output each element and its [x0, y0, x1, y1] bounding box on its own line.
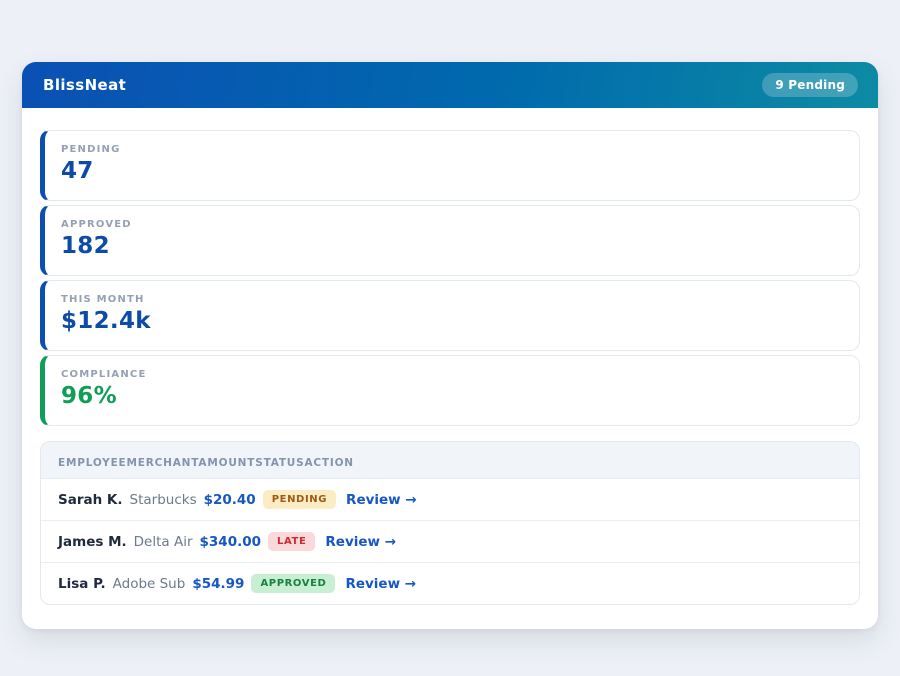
stat-label: COMPLIANCE — [61, 369, 843, 380]
expense-amount: $20.40 — [204, 492, 256, 508]
stat-value: $12.4k — [61, 308, 843, 334]
stat-label: APPROVED — [61, 219, 843, 230]
expense-amount: $340.00 — [200, 534, 262, 550]
stat-card-pending: PENDING 47 — [40, 130, 860, 201]
stat-value: 96% — [61, 383, 843, 409]
column-header-merchant: MERCHANT — [127, 457, 199, 469]
table-row: Sarah K. Starbucks $20.40 PENDING Review… — [41, 479, 859, 520]
employee-name: Lisa P. — [58, 576, 106, 592]
stat-label: PENDING — [61, 144, 843, 155]
table-row: James M. Delta Air $340.00 LATE Review → — [41, 520, 859, 562]
merchant-name: Starbucks — [130, 492, 197, 508]
employee-name: Sarah K. — [58, 492, 123, 508]
review-link[interactable]: Review → — [345, 576, 416, 592]
merchant-name: Delta Air — [134, 534, 193, 550]
dashboard-content: PENDING 47 APPROVED 182 THIS MONTH $12.4… — [22, 108, 878, 629]
table-header-row: EMPLOYEEMERCHANTAMOUNTSTATUSACTION — [41, 442, 859, 479]
pending-count-badge: 9 Pending — [762, 73, 858, 97]
status-badge: PENDING — [263, 490, 336, 509]
status-badge: APPROVED — [251, 574, 335, 593]
column-header-amount: AMOUNT — [198, 457, 255, 469]
expense-table: EMPLOYEEMERCHANTAMOUNTSTATUSACTION Sarah… — [40, 441, 860, 605]
column-header-status: STATUS — [255, 457, 304, 469]
review-link[interactable]: Review → — [346, 492, 417, 508]
stat-value: 47 — [61, 158, 843, 184]
stat-value: 182 — [61, 233, 843, 259]
employee-name: James M. — [58, 534, 127, 550]
app-title: BlissNeat — [43, 76, 126, 94]
expense-amount: $54.99 — [192, 576, 244, 592]
status-badge: LATE — [268, 532, 315, 551]
app-header: BlissNeat 9 Pending — [22, 62, 878, 108]
column-header-action: ACTION — [304, 457, 353, 469]
column-header-employee: EMPLOYEE — [58, 457, 127, 469]
review-link[interactable]: Review → — [325, 534, 396, 550]
stat-card-approved: APPROVED 182 — [40, 205, 860, 276]
dashboard-panel: BlissNeat 9 Pending PENDING 47 APPROVED … — [22, 62, 878, 629]
table-row: Lisa P. Adobe Sub $54.99 APPROVED Review… — [41, 562, 859, 604]
stat-card-this-month: THIS MONTH $12.4k — [40, 280, 860, 351]
merchant-name: Adobe Sub — [113, 576, 186, 592]
stat-label: THIS MONTH — [61, 294, 843, 305]
stat-card-compliance: COMPLIANCE 96% — [40, 355, 860, 426]
